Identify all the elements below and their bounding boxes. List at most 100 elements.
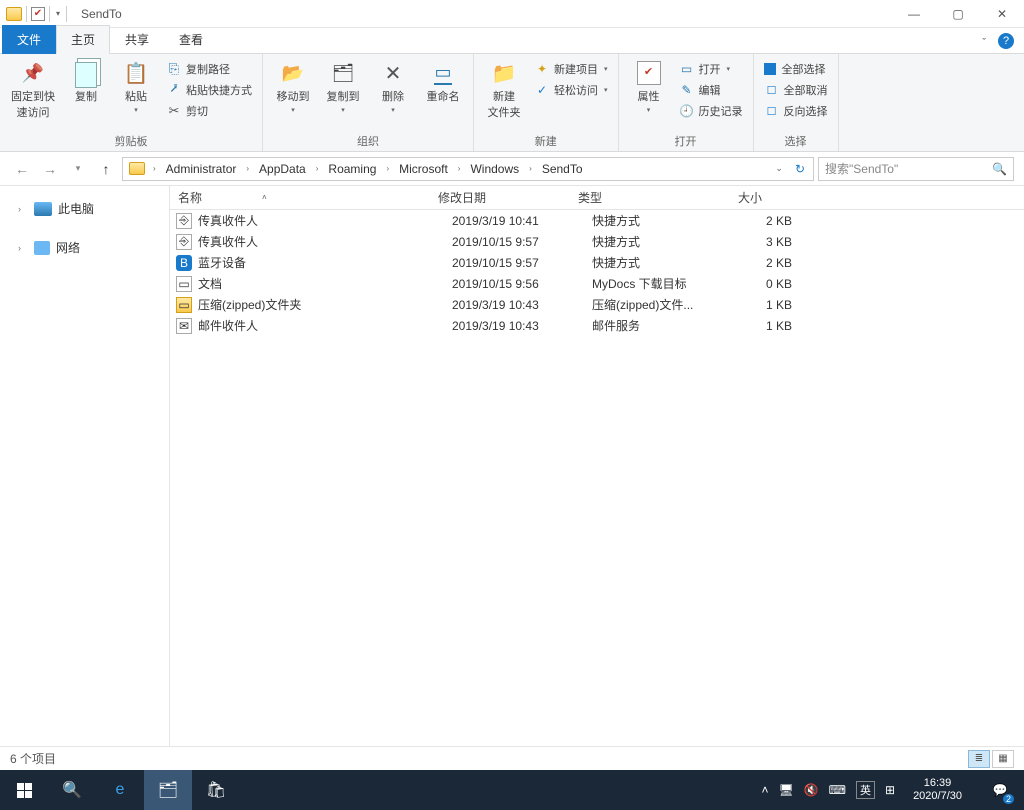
select-all-button[interactable]: 全部选择 <box>760 60 832 78</box>
crumb-4[interactable]: Windows <box>464 158 525 180</box>
tray-ime2-icon[interactable]: ⊞ <box>885 783 895 797</box>
group-organize-label: 组织 <box>269 131 467 151</box>
select-none-button[interactable]: 全部取消 <box>760 81 832 99</box>
rename-button[interactable]: 重命名 <box>419 56 467 104</box>
properties-icon <box>635 60 663 86</box>
file-date: 2019/3/19 10:43 <box>452 298 592 312</box>
recent-dropdown[interactable]: ▾ <box>66 157 90 181</box>
edit-icon <box>679 82 695 98</box>
group-new-label: 新建 <box>480 131 612 151</box>
tray-overflow[interactable]: ˄ <box>761 783 768 797</box>
ribbon: 固定到快 速访问 复制 粘贴▾ 复制路径 粘贴快捷方式 剪切 剪贴板 移动到▾ … <box>0 54 1024 152</box>
properties-button[interactable]: 属性▾ <box>625 56 673 114</box>
edit-button[interactable]: 编辑 <box>675 81 747 99</box>
file-name: 邮件收件人 <box>198 317 452 334</box>
address-bar[interactable]: › Administrator› AppData› Roaming› Micro… <box>122 157 814 181</box>
file-icon: B <box>176 255 192 271</box>
maximize-button[interactable]: ▢ <box>936 0 980 28</box>
qat-properties[interactable]: ✔ <box>31 7 45 21</box>
crumb-1[interactable]: AppData <box>253 158 312 180</box>
file-row[interactable]: ▭压缩(zipped)文件夹2019/3/19 10:43压缩(zipped)文… <box>170 294 1024 315</box>
crumb-0[interactable]: Administrator <box>160 158 243 180</box>
file-row[interactable]: ⎆传真收件人2019/10/15 9:57快捷方式3 KB <box>170 231 1024 252</box>
back-button[interactable]: ← <box>10 157 34 181</box>
file-row[interactable]: ▭文档2019/10/15 9:56MyDocs 下载目标0 KB <box>170 273 1024 294</box>
tray-keyboard-icon[interactable]: ⌨ <box>829 783 846 797</box>
tree-network[interactable]: ›网络 <box>0 235 169 260</box>
action-center[interactable]: 💬2 <box>980 770 1020 810</box>
copy-path-button[interactable]: 复制路径 <box>162 60 256 78</box>
window-title: SendTo <box>75 7 122 21</box>
help-icon[interactable]: ? <box>998 33 1014 49</box>
group-clipboard-label: 剪贴板 <box>6 131 256 151</box>
tab-file[interactable]: 文件 <box>2 25 56 54</box>
cut-button[interactable]: 剪切 <box>162 102 256 120</box>
file-row[interactable]: ⎆传真收件人2019/3/19 10:41快捷方式2 KB <box>170 210 1024 231</box>
delete-button[interactable]: 删除▾ <box>369 56 417 114</box>
system-tray: ˄ 🖥 🔇 ⌨ 英 ⊞ 16:39 2020/7/30 💬2 <box>761 770 1024 810</box>
tab-home[interactable]: 主页 <box>56 25 110 54</box>
start-button[interactable] <box>0 770 48 810</box>
tray-volume-icon[interactable]: 🔇 <box>804 783 819 797</box>
taskbar-store[interactable]: 🛍 <box>192 770 240 810</box>
file-type: 快捷方式 <box>592 254 712 271</box>
link-icon <box>166 82 182 98</box>
tray-network-icon[interactable]: 🖥 <box>778 783 793 797</box>
addr-dropdown[interactable]: ⌄ <box>769 163 789 174</box>
file-list: 名称˄ 修改日期 类型 大小 ⎆传真收件人2019/3/19 10:41快捷方式… <box>170 186 1024 746</box>
tab-share[interactable]: 共享 <box>110 25 164 54</box>
qat-dropdown[interactable]: ▾ <box>54 9 62 18</box>
tray-clock[interactable]: 16:39 2020/7/30 <box>905 777 970 803</box>
up-button[interactable]: ↑ <box>94 157 118 181</box>
easy-access-button[interactable]: 轻松访问▾ <box>530 81 612 99</box>
status-bar: 6 个项目 ≣ ▦ <box>0 746 1024 770</box>
move-to-button[interactable]: 移动到▾ <box>269 56 317 114</box>
pin-to-quick-access-button[interactable]: 固定到快 速访问 <box>6 56 60 120</box>
col-size[interactable]: 大小 <box>690 189 770 206</box>
ribbon-collapse[interactable]: ˇ <box>974 33 994 53</box>
paste-button[interactable]: 粘贴▾ <box>112 56 160 114</box>
path-icon <box>166 61 182 77</box>
group-open-label: 打开 <box>625 131 747 151</box>
minimize-button[interactable]: ― <box>892 0 936 28</box>
refresh-button[interactable]: ↻ <box>789 162 811 176</box>
col-date[interactable]: 修改日期 <box>430 189 570 206</box>
invert-selection-button[interactable]: 反向选择 <box>760 102 832 120</box>
open-button[interactable]: 打开▾ <box>675 60 747 78</box>
search-box[interactable]: 搜索"SendTo" 🔍 <box>818 157 1014 181</box>
col-type[interactable]: 类型 <box>570 189 690 206</box>
history-button[interactable]: 历史记录 <box>675 102 747 120</box>
titlebar: ✔ ▾ SendTo ― ▢ ✕ <box>0 0 1024 28</box>
new-folder-button[interactable]: 新建 文件夹 <box>480 56 528 120</box>
crumb-5[interactable]: SendTo <box>536 158 589 180</box>
app-icon[interactable] <box>6 7 22 21</box>
crumb-3[interactable]: Microsoft <box>393 158 454 180</box>
forward-button[interactable]: → <box>38 157 62 181</box>
taskbar-explorer[interactable]: 🗂 <box>144 770 192 810</box>
close-button[interactable]: ✕ <box>980 0 1024 28</box>
paste-shortcut-button[interactable]: 粘贴快捷方式 <box>162 81 256 99</box>
file-name: 传真收件人 <box>198 233 452 250</box>
copy-button[interactable]: 复制 <box>62 56 110 104</box>
file-row[interactable]: B蓝牙设备2019/10/15 9:57快捷方式2 KB <box>170 252 1024 273</box>
open-icon <box>679 61 695 77</box>
view-large-button[interactable]: ▦ <box>992 750 1014 768</box>
newitem-icon <box>534 61 550 77</box>
copy-to-button[interactable]: 复制到▾ <box>319 56 367 114</box>
new-item-button[interactable]: 新建项目▾ <box>530 60 612 78</box>
tab-view[interactable]: 查看 <box>164 25 218 54</box>
easyaccess-icon <box>534 82 550 98</box>
file-date: 2019/3/19 10:43 <box>452 319 592 333</box>
file-size: 2 KB <box>712 214 792 228</box>
taskbar-search[interactable]: 🔍 <box>48 770 96 810</box>
col-name[interactable]: 名称˄ <box>170 189 430 206</box>
file-name: 压缩(zipped)文件夹 <box>198 296 452 313</box>
crumb-2[interactable]: Roaming <box>322 158 382 180</box>
view-details-button[interactable]: ≣ <box>968 750 990 768</box>
column-headers[interactable]: 名称˄ 修改日期 类型 大小 <box>170 186 1024 210</box>
tray-ime[interactable]: 英 <box>856 781 875 799</box>
tree-this-pc[interactable]: ›此电脑 <box>0 196 169 221</box>
taskbar-edge[interactable]: e <box>96 770 144 810</box>
file-row[interactable]: ✉邮件收件人2019/3/19 10:43邮件服务1 KB <box>170 315 1024 336</box>
file-size: 1 KB <box>712 298 792 312</box>
